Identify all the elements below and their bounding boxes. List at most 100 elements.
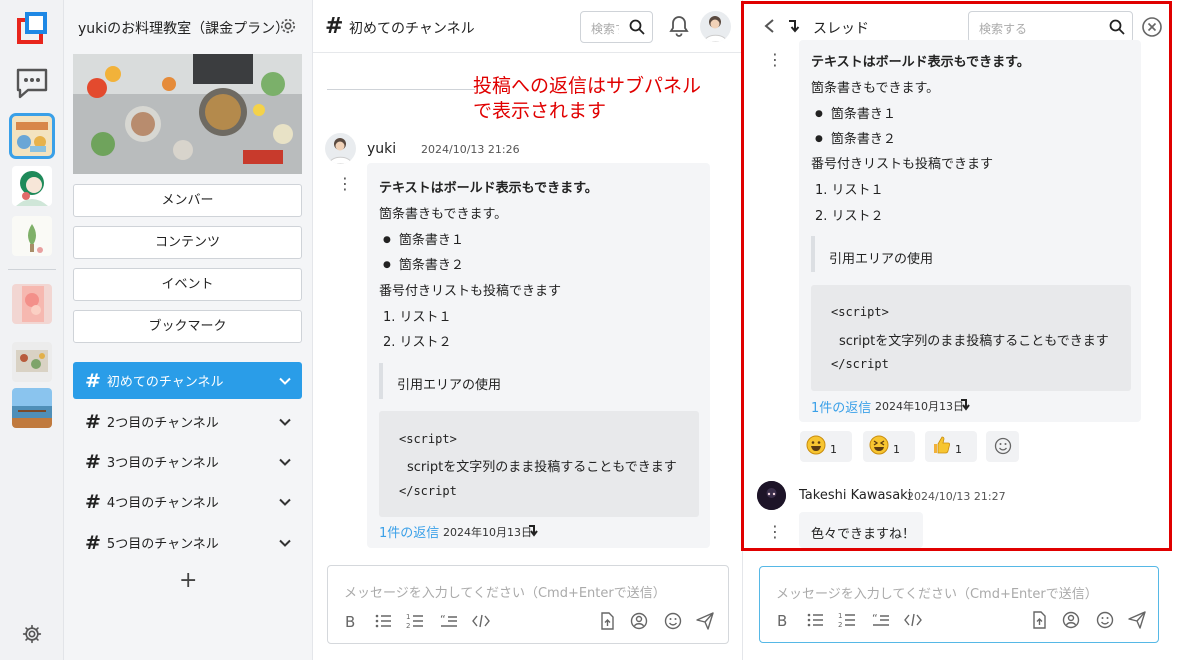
bulleted-list-icon[interactable] <box>374 612 392 630</box>
numbered-list-icon[interactable]: 12 <box>406 612 424 630</box>
reaction-count: 1 <box>830 443 837 456</box>
workspace-cooking-class[interactable] <box>9 113 55 159</box>
code-line: </script <box>831 357 889 371</box>
channel-hash-icon: # <box>85 531 101 554</box>
reply-text: 色々できますね！ <box>811 527 916 542</box>
post-timestamp: 2024/10/13 21:26 <box>421 143 520 156</box>
thread-numbered-item: 1. リスト１ <box>815 183 884 198</box>
mention-icon[interactable] <box>630 612 648 630</box>
workspace-plant[interactable] <box>12 216 52 256</box>
messages-icon[interactable] <box>14 66 50 100</box>
thread-panel: スレッド 検索する ⋮ テキストはボールド表示もできます。 箇条書きもできます。… <box>742 0 1200 660</box>
channel-item-1[interactable]: # 初めてのチャンネル <box>73 362 302 399</box>
thread-bullet-intro: 箇条書きもできます。 <box>811 81 940 96</box>
channel-sidebar: yukiのお料理教室（課金プラン） メンバー コンテンツ イベント ブックマーク <box>64 0 312 660</box>
thread-bold-line: テキストはボールド表示もできます。 <box>811 55 1030 70</box>
close-thread-icon[interactable] <box>1141 16 1163 38</box>
post-bullet-item: 箇条書き１ <box>383 229 464 248</box>
channel-name: 2つ目のチャンネル <box>106 416 219 431</box>
reply-author-name[interactable]: Takeshi Kawasaki <box>799 488 911 503</box>
send-icon[interactable] <box>696 612 714 630</box>
back-chevron-icon[interactable] <box>763 18 777 34</box>
search-placeholder: 検索する <box>979 22 1028 36</box>
bold-icon[interactable]: B <box>774 611 792 630</box>
mention-icon[interactable] <box>1062 611 1080 629</box>
post-author-name[interactable]: yuki <box>367 141 396 157</box>
user-avatar[interactable] <box>700 11 731 42</box>
code-icon[interactable] <box>904 611 922 629</box>
thread-search-input[interactable]: 検索する <box>968 11 1133 43</box>
reply-arrow-icon <box>961 399 970 411</box>
reaction-squinting[interactable]: 1 <box>863 431 915 462</box>
emoji-icon[interactable] <box>664 612 682 630</box>
thread-bullet-item: 箇条書き２ <box>815 128 896 147</box>
post-more-menu-icon[interactable]: ⋮ <box>337 174 353 193</box>
community-settings-gear-icon[interactable] <box>278 16 298 36</box>
reaction-grinning[interactable]: 1 <box>800 431 852 462</box>
community-title: yukiのお料理教室（課金プラン） <box>78 21 290 37</box>
numbered-list-icon[interactable]: 12 <box>838 611 856 629</box>
channel-name: 初めてのチャンネル <box>106 375 224 390</box>
channel-name: 4つ目のチャンネル <box>106 496 219 511</box>
thread-numbered-item: 2. リスト２ <box>815 209 884 224</box>
contents-button[interactable]: コンテンツ <box>73 226 302 259</box>
post-author-avatar[interactable] <box>325 133 356 164</box>
reply-more-menu-icon[interactable]: ⋮ <box>767 522 783 541</box>
emoji-icon[interactable] <box>1096 611 1114 629</box>
upload-file-icon[interactable] <box>1030 611 1048 629</box>
thread-quote: 引用エリアの使用 <box>829 252 934 267</box>
thread-reply-composer[interactable]: メッセージを入力してください（Cmd+Enterで送信） B 12 “ <box>759 566 1159 643</box>
quote-bar <box>811 236 815 272</box>
chevron-down-icon[interactable] <box>278 374 292 388</box>
workspace-illustration[interactable] <box>12 166 52 206</box>
parent-post-more-menu-icon[interactable]: ⋮ <box>767 50 783 69</box>
upload-file-icon[interactable] <box>598 612 616 630</box>
reply-author-avatar[interactable] <box>757 481 786 510</box>
search-placeholder: 検索する <box>591 22 619 36</box>
reaction-thumbs-up[interactable]: 1 <box>925 431 977 462</box>
search-icon[interactable] <box>1109 19 1125 35</box>
reply-timestamp: 2024/10/13 21:27 <box>907 490 1006 503</box>
svg-text:1: 1 <box>838 612 842 620</box>
quote-icon[interactable]: “ <box>872 611 890 629</box>
annotation-rule <box>327 89 475 90</box>
svg-text:B: B <box>345 613 355 630</box>
svg-text:B: B <box>777 612 787 629</box>
chevron-down-icon[interactable] <box>278 495 292 509</box>
bulleted-list-icon[interactable] <box>806 611 824 629</box>
channel-search-input[interactable]: 検索する <box>580 11 653 43</box>
workspace-food[interactable] <box>12 342 52 382</box>
grinning-face-icon <box>806 435 826 455</box>
chevron-down-icon[interactable] <box>278 536 292 550</box>
chevron-down-icon[interactable] <box>278 415 292 429</box>
channel-item-5[interactable]: # 5つ目のチャンネル <box>73 524 302 561</box>
channel-hash-icon: # <box>85 369 101 392</box>
search-icon[interactable] <box>629 19 645 35</box>
settings-gear-icon[interactable] <box>22 624 42 644</box>
add-channel-button[interactable]: + <box>179 568 197 593</box>
chevron-down-icon[interactable] <box>278 455 292 469</box>
add-reaction-button[interactable] <box>986 431 1019 462</box>
thread-reply-count[interactable]: 1件の返信 <box>811 397 871 416</box>
code-icon[interactable] <box>472 612 490 630</box>
bookmarks-button[interactable]: ブックマーク <box>73 310 302 343</box>
channel-name: 3つ目のチャンネル <box>106 456 219 471</box>
members-button[interactable]: メンバー <box>73 184 302 217</box>
quote-icon[interactable]: “ <box>440 612 458 630</box>
svg-text:“: “ <box>440 613 446 626</box>
squinting-face-icon <box>869 435 889 455</box>
thread-bullet-item: 箇条書き１ <box>815 103 896 122</box>
events-button[interactable]: イベント <box>73 268 302 301</box>
channel-item-3[interactable]: # 3つ目のチャンネル <box>73 443 302 480</box>
bold-icon[interactable]: B <box>342 612 360 631</box>
app-logo[interactable] <box>17 12 47 44</box>
annotation-line-1: 投稿への返信はサブパネル <box>473 75 702 97</box>
channel-item-2[interactable]: # 2つ目のチャンネル <box>73 403 302 440</box>
workspace-flowers[interactable] <box>12 284 52 324</box>
reply-count-link[interactable]: 1件の返信 <box>379 522 439 541</box>
channel-item-4[interactable]: # 4つ目のチャンネル <box>73 483 302 520</box>
send-icon[interactable] <box>1128 611 1146 629</box>
notification-bell-icon[interactable] <box>669 15 689 37</box>
workspace-seaside[interactable] <box>12 388 52 428</box>
message-composer[interactable]: メッセージを入力してください（Cmd+Enterで送信） B 12 “ <box>327 565 729 644</box>
